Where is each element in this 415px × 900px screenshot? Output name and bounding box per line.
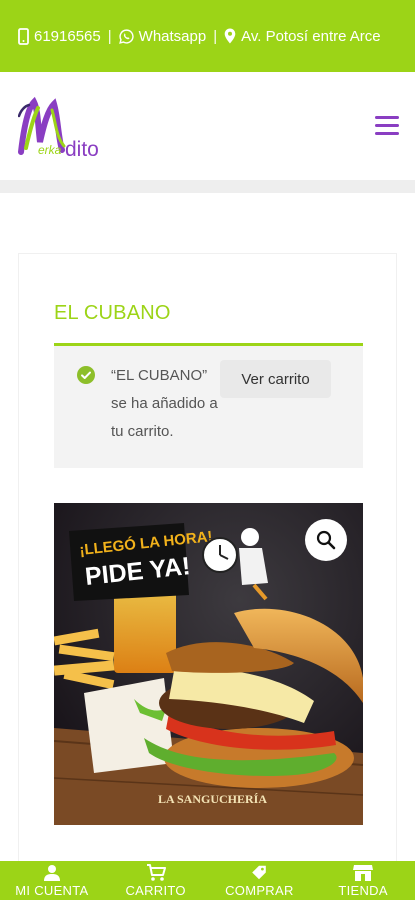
site-logo[interactable]: erka dito xyxy=(17,96,118,161)
notice-message: “EL CUBANO” se ha añadido a tu carrito. xyxy=(111,367,218,440)
svg-text:dito: dito xyxy=(65,138,99,160)
view-cart-button[interactable]: Ver carrito xyxy=(220,360,331,398)
added-to-cart-notice: “EL CUBANO” se ha añadido a tu carrito. … xyxy=(54,346,363,468)
nav-buy[interactable]: COMPRAR xyxy=(208,861,312,898)
hamburger-menu-button[interactable] xyxy=(375,116,399,136)
nav-my-account[interactable]: MI CUENTA xyxy=(0,861,104,898)
mobile-phone-icon xyxy=(18,27,29,45)
tag-icon xyxy=(252,865,267,880)
nav-label: CARRITO xyxy=(125,883,186,898)
check-circle-icon xyxy=(77,366,95,384)
magnifier-icon xyxy=(316,530,336,550)
address-link[interactable]: Av. Potosí entre Arce xyxy=(224,28,381,45)
svg-text:erka: erka xyxy=(38,143,62,157)
phone-number: 61916565 xyxy=(34,27,101,45)
nav-store[interactable]: TIENDA xyxy=(311,861,415,898)
brand-name: LA SANGUCHERÍA xyxy=(158,792,267,806)
store-icon xyxy=(353,865,374,881)
product-title: EL CUBANO xyxy=(54,302,171,324)
merkadito-logo: erka dito xyxy=(17,96,99,161)
product-card: EL CUBANO “EL CUBANO” se ha añadido a tu… xyxy=(18,253,397,873)
separator: | xyxy=(107,27,112,45)
user-icon xyxy=(43,865,60,881)
whatsapp-icon xyxy=(118,28,134,44)
cart-icon xyxy=(146,864,166,881)
zoom-button[interactable] xyxy=(305,519,347,561)
hamburger-bar xyxy=(375,124,399,127)
nav-label: MI CUENTA xyxy=(15,883,89,898)
nav-label: TIENDA xyxy=(338,883,388,898)
whatsapp-link[interactable]: Whatsapp xyxy=(118,27,207,45)
address-text: Av. Potosí entre Arce xyxy=(241,27,381,45)
hamburger-bar xyxy=(375,132,399,135)
nav-cart[interactable]: CARRITO xyxy=(104,861,208,898)
bottom-navigation: MI CUENTA CARRITO COMPRAR TIENDA xyxy=(0,861,415,900)
contact-bar: 61916565 | Whatsapp | Av. Potosí entre A… xyxy=(0,0,415,72)
site-header: erka dito xyxy=(0,72,415,180)
hamburger-bar xyxy=(375,116,399,119)
map-pin-icon xyxy=(224,28,236,44)
header-divider xyxy=(0,180,415,193)
phone-link[interactable]: 61916565 xyxy=(18,28,101,45)
whatsapp-label: Whatsapp xyxy=(138,27,207,45)
nav-label: COMPRAR xyxy=(225,883,294,898)
separator: | xyxy=(213,27,218,45)
product-image[interactable]: ¡LLEGÓ LA HORA! PIDE YA! LA SANGUCHERÍA xyxy=(54,503,363,825)
